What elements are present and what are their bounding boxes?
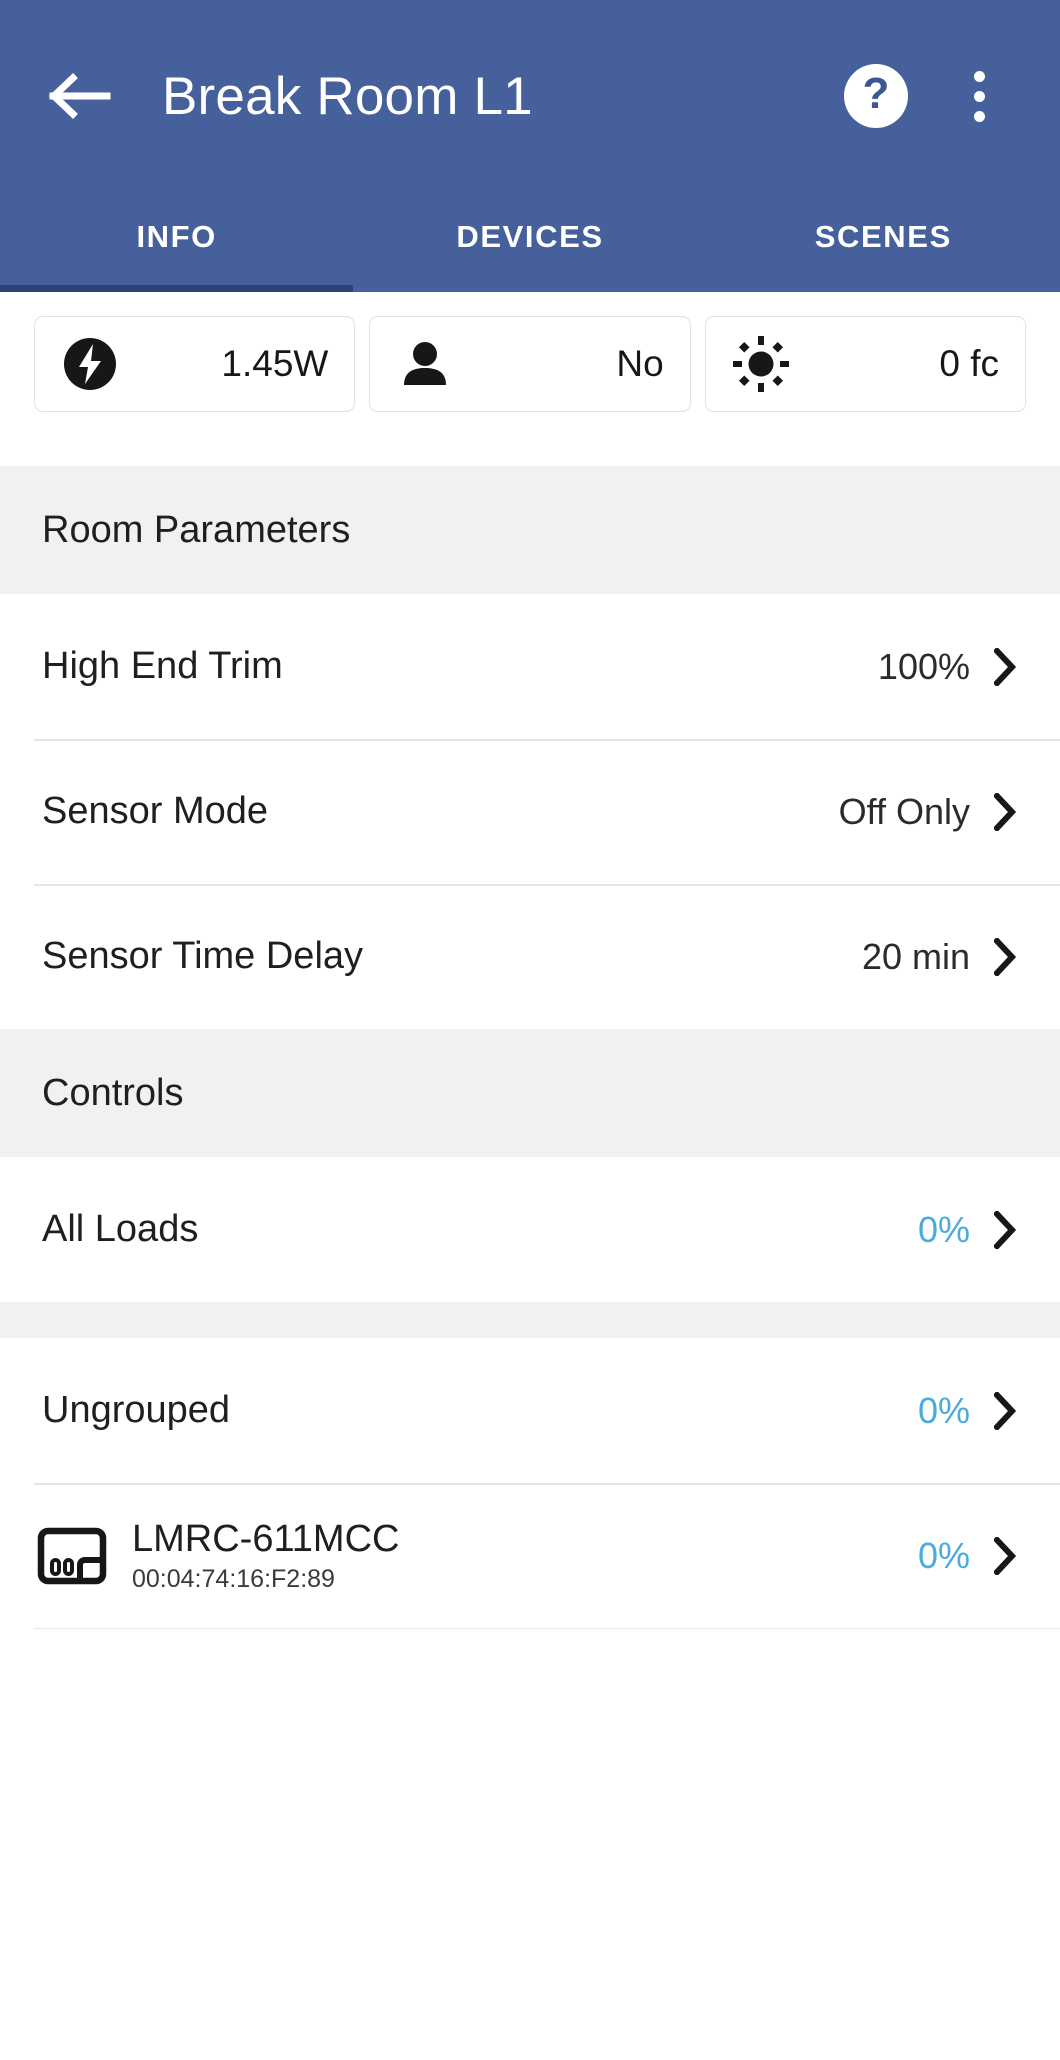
app-bar-top: Break Room L1 ? [0, 0, 1060, 192]
empty-content-area [0, 1629, 1060, 2060]
device-mac-address: 00:04:74:16:F2:89 [132, 1564, 335, 1593]
help-circle-icon: ? [862, 69, 890, 118]
status-card-light-level[interactable]: 0 fc [704, 316, 1026, 412]
row-label: Ungrouped [42, 1389, 231, 1431]
app-bar-actions: ? [844, 62, 1024, 130]
row-label: Sensor Mode [42, 790, 269, 832]
device-text-block: LMRC-611MCC 00:04:74:16:F2:89 [132, 1517, 918, 1593]
more-vertical-icon-dot [973, 70, 985, 82]
status-card-occupancy[interactable]: No [369, 316, 691, 412]
person-occupancy-icon [396, 335, 454, 393]
app-screen: Break Room L1 ? INFO DEVICES SCENES 1.45… [0, 0, 1060, 2060]
relay-module-icon [34, 1518, 110, 1594]
status-card-power-value: 1.45W [221, 343, 329, 384]
groups-list: Ungrouped 0% LMRC-611MCC 00:04:74:16:F2:… [0, 1338, 1060, 1629]
row-value: 0% [917, 1208, 970, 1250]
row-label: High End Trim [42, 645, 283, 687]
chevron-right-icon [992, 1535, 1018, 1577]
row-high-end-trim[interactable]: High End Trim 100% [0, 594, 1060, 739]
arrow-left-icon [49, 72, 113, 120]
row-all-loads[interactable]: All Loads 0% [0, 1157, 1060, 1302]
row-sensor-time-delay[interactable]: Sensor Time Delay 20 min [0, 884, 1060, 1029]
page-title: Break Room L1 [162, 66, 533, 126]
row-label: All Loads [42, 1208, 199, 1250]
chevron-right-icon [992, 936, 1018, 978]
controls-group-spacer [0, 1302, 1060, 1338]
section-header-controls: Controls [0, 1029, 1060, 1157]
device-name: LMRC-611MCC [132, 1517, 400, 1560]
tab-info[interactable]: INFO [0, 192, 354, 292]
back-button[interactable] [44, 59, 118, 133]
chevron-right-icon [992, 1209, 1018, 1251]
section-title: Controls [42, 1071, 184, 1114]
chevron-right-icon [992, 1390, 1018, 1432]
tab-scenes[interactable]: SCENES [707, 192, 1060, 292]
room-parameters-list: High End Trim 100% Sensor Mode Off Only … [0, 594, 1060, 1029]
controls-list: All Loads 0% [0, 1157, 1060, 1302]
power-bolt-icon [61, 335, 119, 393]
row-sensor-mode[interactable]: Sensor Mode Off Only [0, 739, 1060, 884]
more-vertical-icon-dot [973, 110, 985, 122]
row-value: Off Only [838, 790, 970, 832]
sun-brightness-icon [732, 335, 790, 393]
tab-devices[interactable]: DEVICES [353, 192, 706, 292]
device-value: 0% [917, 1535, 970, 1576]
row-value: 0% [917, 1389, 970, 1431]
overflow-menu-button[interactable] [956, 62, 1002, 130]
app-bar: Break Room L1 ? INFO DEVICES SCENES [0, 0, 1060, 292]
chevron-right-icon [992, 791, 1018, 833]
row-value: 100% [877, 645, 970, 687]
row-value: 20 min [861, 935, 970, 977]
status-card-light-level-value: 0 fc [939, 343, 999, 384]
status-card-row: 1.45W No 0 fc [0, 292, 1060, 412]
help-button[interactable]: ? [844, 64, 908, 128]
section-title: Room Parameters [42, 508, 351, 551]
row-label: Sensor Time Delay [42, 935, 364, 977]
device-row-lmrc-611mcc[interactable]: LMRC-611MCC 00:04:74:16:F2:89 0% [0, 1483, 1060, 1629]
status-section-spacer [0, 412, 1060, 466]
chevron-right-icon [992, 646, 1018, 688]
row-ungrouped[interactable]: Ungrouped 0% [0, 1338, 1060, 1483]
status-card-power[interactable]: 1.45W [34, 316, 356, 412]
tab-bar: INFO DEVICES SCENES [0, 192, 1060, 292]
status-card-occupancy-value: No [616, 343, 664, 384]
section-header-room-parameters: Room Parameters [0, 466, 1060, 594]
more-vertical-icon-dot [973, 90, 985, 102]
